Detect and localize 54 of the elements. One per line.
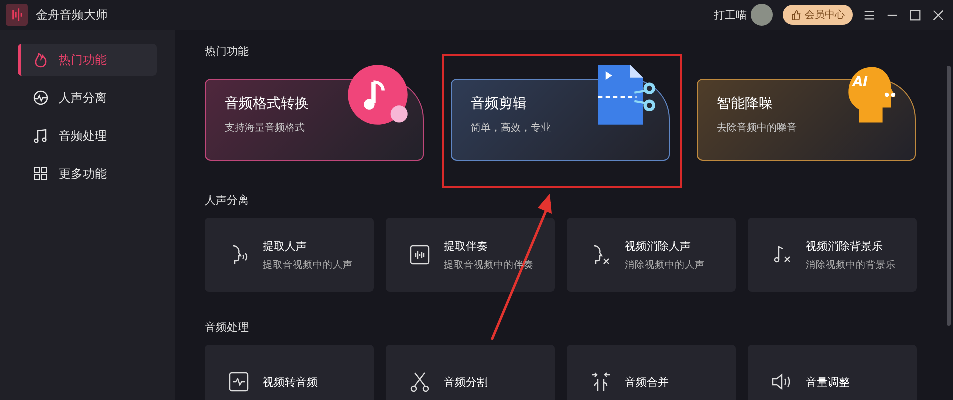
feature-card[interactable]: 音频格式转换 支持海量音频格式 [205,63,424,161]
tool-subtitle: 消除视频中的人声 [625,258,705,272]
tool-card[interactable]: 视频消除背景乐 消除视频中的背景乐 [748,218,917,292]
maximize-icon[interactable] [909,8,922,22]
feature-card[interactable]: 音频剪辑 简单，高效，专业 [451,63,670,161]
close-icon[interactable] [932,8,945,22]
flame-icon [33,52,49,68]
section-title: 热门功能 [205,44,250,59]
tool-icon [227,370,251,394]
card-title: 智能降噪 [717,95,774,113]
sidebar-item[interactable]: 更多功能 [18,158,157,190]
tool-icon [408,370,432,394]
card-title: 音频剪辑 [471,95,528,113]
card-title: 音频格式转换 [225,95,310,113]
section-title: 人声分离 [205,193,250,208]
ai-label: AI [853,75,868,90]
scrollbar[interactable] [947,66,951,326]
tool-card[interactable]: 音量调整 [748,345,917,400]
tool-subtitle: 提取音视频中的人声 [263,258,353,272]
menu-icon[interactable] [863,8,876,22]
sidebar-item[interactable]: 音频处理 [18,120,157,152]
tool-title: 视频转音频 [263,374,318,390]
tool-title: 音频合并 [625,374,669,390]
tool-icon [408,243,432,267]
music-disc-icon [346,63,410,127]
tool-title: 音频分割 [444,374,488,390]
sidebar-item[interactable]: 热门功能 [18,44,157,76]
thumbs-up-icon [791,10,802,20]
music-note-icon [33,128,49,144]
tool-card[interactable]: 视频消除人声 消除视频中的人声 [567,218,736,292]
user-name: 打工喵 [714,8,747,22]
tool-title: 提取人声 [263,238,308,254]
tool-title: 音量调整 [806,374,850,390]
tool-card[interactable]: 视频转音频 [205,345,374,400]
waveform-circle-icon [33,90,49,106]
app-logo-icon [6,4,28,26]
tool-card[interactable]: 提取人声 提取音视频中的人声 [205,218,374,292]
avatar-circle[interactable] [751,4,773,26]
tool-subtitle: 消除视频中的背景乐 [806,258,896,272]
tool-title: 视频消除人声 [625,238,692,254]
card-subtitle: 支持海量音频格式 [225,122,306,135]
tool-title: 视频消除背景乐 [806,238,884,254]
card-subtitle: 简单，高效，专业 [471,122,552,135]
feature-card[interactable]: 智能降噪 去除音频中的噪音 AI [697,63,916,161]
tool-icon [589,370,613,394]
card-subtitle: 去除音频中的噪音 [717,122,798,135]
sidebar-item[interactable]: 人声分离 [18,82,157,114]
section-title: 音频处理 [205,320,250,335]
window-title: 金舟音频大师 [36,6,108,24]
tool-card[interactable]: 音频合并 [567,345,736,400]
tool-card[interactable]: 音频分割 [386,345,555,400]
vip-center-button[interactable]: 会员中心 [783,5,853,25]
grid-icon [33,166,49,182]
tool-title: 提取伴奏 [444,238,489,254]
